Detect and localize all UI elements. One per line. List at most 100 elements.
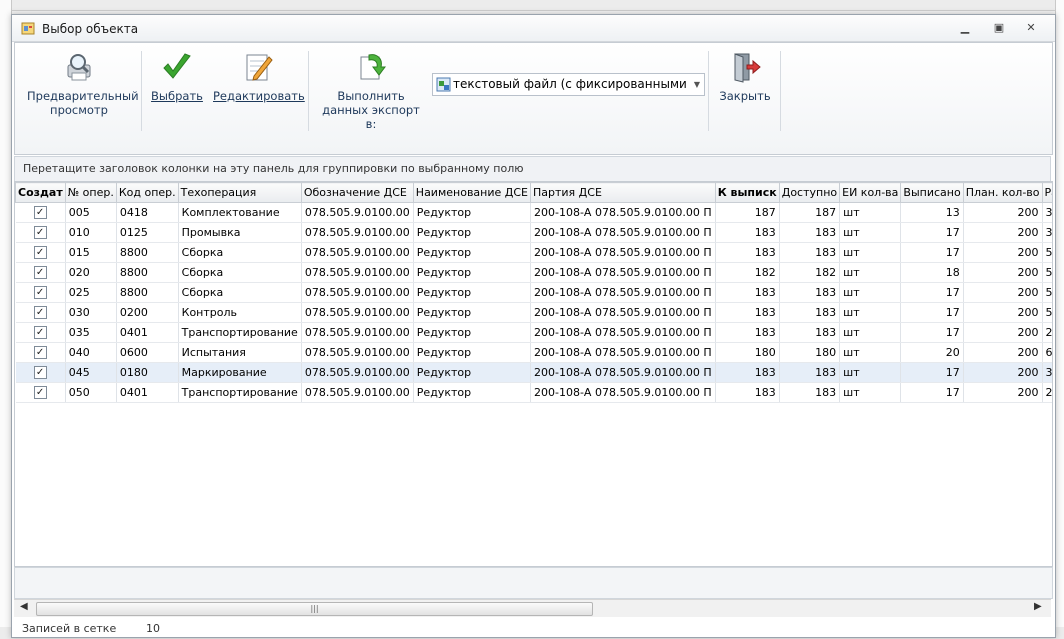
cell-grade: 6	[1042, 342, 1052, 363]
create-checkbox-cell: ✓	[15, 282, 66, 303]
column-header[interactable]: Партия ДСЕ	[530, 182, 716, 203]
create-checkbox[interactable]: ✓	[33, 306, 47, 320]
cell-dse-code: 078.505.9.0100.00	[301, 222, 414, 243]
cell-unit: шт	[839, 362, 902, 383]
column-header[interactable]: Наименование ДСЕ	[412, 182, 532, 203]
column-header[interactable]: Создат	[15, 182, 66, 203]
export-arrow-icon	[360, 54, 386, 80]
create-checkbox[interactable]: ✓	[33, 266, 47, 280]
cell-issued: 17	[900, 362, 964, 383]
title-bar[interactable]: Выбор объекта ▁ ▣ ✕	[12, 15, 1055, 42]
table-row[interactable]: ✓ 010 0125 Промывка 078.505.9.0100.00 Редукто…	[15, 222, 1052, 243]
create-checkbox-cell: ✓	[15, 362, 66, 383]
column-header[interactable]: ЕИ кол-ва	[839, 182, 902, 203]
table-row[interactable]: ✓ 020 8800 Сборка 078.505.9.0100.00 Редуктор 2…	[15, 262, 1052, 283]
cell-dse-name: Редуктор	[413, 302, 532, 323]
cell-dse-code: 078.505.9.0100.00	[301, 322, 414, 343]
export-format-select[interactable]: текстовый файл (с фиксированными столб ▼	[432, 73, 705, 96]
scrollbar-thumb[interactable]: |||	[36, 602, 593, 616]
create-checkbox[interactable]: ✓	[33, 246, 47, 260]
chevron-down-icon[interactable]: ▼	[694, 74, 700, 95]
column-header[interactable]: Техоперация	[177, 182, 302, 203]
status-bar: Записей в сетке 10	[14, 618, 1051, 637]
cell-batch: 200-108-А 078.505.9.0100.00 П	[530, 262, 716, 283]
column-header[interactable]: Обозначение ДСЕ	[300, 182, 414, 203]
table-row[interactable]: ✓ 025 8800 Сборка 078.505.9.0100.00 Редуктор 2…	[15, 282, 1052, 303]
cell-op-no: 030	[65, 302, 117, 323]
export-button[interactable]: Выполнить данных экспорт в:	[315, 51, 427, 131]
grid-footer	[14, 567, 1053, 599]
create-checkbox[interactable]: ✓	[33, 286, 47, 300]
minimize-button[interactable]: ▁	[955, 20, 975, 36]
column-header[interactable]: К выписк	[714, 182, 780, 203]
create-checkbox-cell: ✓	[15, 302, 66, 323]
column-header[interactable]: Код опер.	[115, 182, 179, 203]
table-row[interactable]: ✓ 040 0600 Испытания 078.505.9.0100.00 Редукт…	[15, 342, 1052, 363]
cell-issued: 17	[900, 242, 964, 263]
column-header[interactable]: План. кол-во	[962, 182, 1043, 203]
cell-dse-name: Редуктор	[413, 342, 532, 363]
cell-op-code: 0401	[116, 322, 179, 343]
cell-unit: шт	[839, 322, 902, 343]
export-label-line1: Выполнить	[337, 89, 405, 103]
create-checkbox[interactable]: ✓	[33, 326, 47, 340]
cell-batch: 200-108-А 078.505.9.0100.00 П	[530, 382, 716, 403]
create-checkbox[interactable]: ✓	[33, 226, 47, 240]
cell-to-issue: 182	[715, 262, 780, 283]
table-row[interactable]: ✓ 045 0180 Маркирование 078.505.9.0100.00 Ред…	[15, 362, 1052, 383]
column-header[interactable]: Разряд	[1041, 182, 1052, 203]
preview-button[interactable]: Предварительный просмотр	[27, 51, 139, 117]
cell-planned: 200	[963, 282, 1043, 303]
table-row[interactable]: ✓ 015 8800 Сборка 078.505.9.0100.00 Редуктор 2…	[15, 242, 1052, 263]
cell-operation: Сборка	[178, 282, 302, 303]
table-row[interactable]: ✓ 005 0418 Комплектование 078.505.9.0100.00 Р…	[15, 202, 1052, 223]
cell-operation: Транспортирование	[178, 322, 302, 343]
cell-issued: 17	[900, 222, 964, 243]
table-row[interactable]: ✓ 050 0401 Транспортирование 078.505.9.0100.…	[15, 382, 1052, 403]
cell-op-no: 025	[65, 282, 117, 303]
cell-planned: 200	[963, 382, 1043, 403]
column-header[interactable]: Доступно	[778, 182, 841, 203]
cell-planned: 200	[963, 362, 1043, 383]
cell-to-issue: 183	[715, 302, 780, 323]
cell-available: 187	[779, 202, 841, 223]
cell-unit: шт	[839, 222, 902, 243]
select-button[interactable]: Выбрать	[149, 51, 205, 103]
cell-op-no: 015	[65, 242, 117, 263]
horizontal-scrollbar[interactable]: ◀ ||| ▶	[14, 599, 1051, 617]
scroll-left-arrow-icon[interactable]: ◀	[20, 601, 28, 612]
create-checkbox[interactable]: ✓	[33, 386, 47, 400]
close-button[interactable]: Закрыть	[715, 51, 775, 103]
cell-dse-name: Редуктор	[413, 282, 532, 303]
table-row[interactable]: ✓ 030 0200 Контроль 078.505.9.0100.00 Редукто…	[15, 302, 1052, 323]
cell-op-no: 020	[65, 262, 117, 283]
cell-dse-code: 078.505.9.0100.00	[301, 242, 414, 263]
cell-op-code: 0200	[116, 302, 179, 323]
cell-operation: Сборка	[178, 242, 302, 263]
create-checkbox-cell: ✓	[15, 202, 66, 223]
table-row[interactable]: ✓ 035 0401 Транспортирование 078.505.9.0100.…	[15, 322, 1052, 343]
create-checkbox[interactable]: ✓	[33, 346, 47, 360]
group-by-panel[interactable]: Перетащите заголовок колонки на эту пане…	[14, 156, 1051, 182]
cell-available: 183	[779, 242, 841, 263]
scroll-right-arrow-icon[interactable]: ▶	[1034, 601, 1042, 612]
create-checkbox[interactable]: ✓	[33, 366, 47, 380]
edit-button[interactable]: Редактировать	[213, 51, 305, 103]
export-format-value: текстовый файл (с фиксированными столб	[453, 77, 691, 91]
close-window-button[interactable]: ✕	[1021, 20, 1041, 36]
cell-dse-code: 078.505.9.0100.00	[301, 302, 414, 323]
column-header[interactable]: № опер.	[64, 182, 117, 203]
create-checkbox[interactable]: ✓	[33, 206, 47, 220]
cell-to-issue: 183	[715, 282, 780, 303]
maximize-button[interactable]: ▣	[989, 20, 1009, 36]
cell-unit: шт	[839, 382, 902, 403]
cell-available: 183	[779, 282, 841, 303]
cell-dse-name: Редуктор	[413, 242, 532, 263]
cell-op-code: 8800	[116, 242, 179, 263]
cell-op-code: 8800	[116, 262, 179, 283]
column-header[interactable]: Выписано	[900, 182, 964, 203]
cell-to-issue: 183	[715, 322, 780, 343]
edit-label: Редактировать	[213, 89, 305, 103]
cell-issued: 13	[900, 202, 964, 223]
cell-to-issue: 183	[715, 242, 780, 263]
